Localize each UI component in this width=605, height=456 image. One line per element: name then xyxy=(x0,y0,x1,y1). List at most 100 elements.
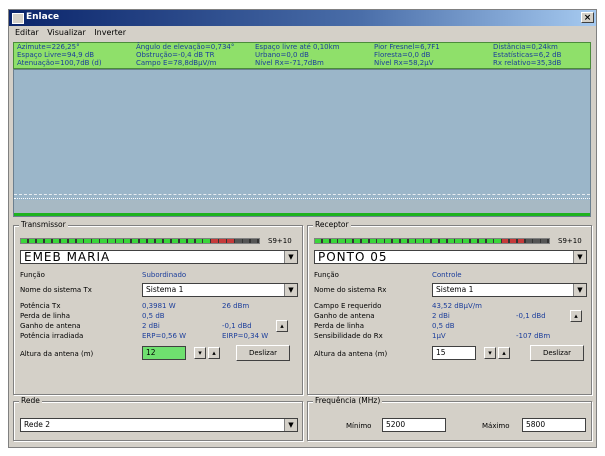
rx-ganho-dbi: 2 dBi xyxy=(432,312,450,320)
rede-select[interactable]: Rede 2 ▼ xyxy=(20,418,298,432)
rx-station-select[interactable]: PONTO 05 ▼ xyxy=(314,250,587,264)
campo-e-text: Campo E=78,8dBµV/m xyxy=(136,59,217,67)
rx-relativo-text: Rx relativo=35,3dB xyxy=(493,59,562,67)
meter-segment xyxy=(470,239,478,243)
tx-potencia-dbm: 26 dBm xyxy=(222,302,250,310)
meter-segment xyxy=(179,239,186,243)
rede-title: Rede xyxy=(19,396,42,405)
meter-segment xyxy=(132,239,139,243)
meter-segment xyxy=(377,239,384,243)
tx-altura-down-button[interactable]: ▾ xyxy=(194,347,206,359)
chevron-down-icon[interactable]: ▼ xyxy=(573,284,586,296)
freq-max-label: Máximo xyxy=(482,422,510,430)
chevron-down-icon[interactable]: ▼ xyxy=(284,419,297,431)
espaco-livre-ate-text: Espaço livre até 0,10km xyxy=(255,43,340,51)
ground-line xyxy=(14,213,590,216)
tx-signal-fill xyxy=(21,239,259,243)
rx-sistema-value: Sistema 1 xyxy=(436,285,474,294)
meter-segment xyxy=(455,239,462,243)
tx-potencia-w: 0,3981 W xyxy=(142,302,176,310)
estatisticas-text: Estatísticas=6,2 dB xyxy=(493,51,562,59)
meter-segment xyxy=(315,239,322,243)
rx-signal-fill xyxy=(315,239,549,243)
menu-visualizar[interactable]: Visualizar xyxy=(47,28,86,37)
rx-campo-label: Campo E requerido xyxy=(314,302,382,310)
azimute-text: Azimute=226,25° xyxy=(17,43,80,51)
receptor-title: Receptor xyxy=(313,220,351,229)
rx-sens-label: Sensibilidade do Rx xyxy=(314,332,383,340)
obstrucao-text: Obstrução=-0,4 dB TR xyxy=(136,51,215,59)
nivel-rx-uv-text: Nível Rx=58,2µV xyxy=(374,59,434,67)
freq-max-input[interactable]: 5800 xyxy=(522,418,586,432)
freq-min-label: Mínimo xyxy=(346,422,372,430)
menu-inverter[interactable]: Inverter xyxy=(94,28,126,37)
meter-segment xyxy=(361,239,369,243)
meter-segment xyxy=(21,239,28,243)
meter-segment xyxy=(424,239,431,243)
tx-deslizar-button[interactable]: Deslizar xyxy=(236,345,290,361)
rx-station-name: PONTO 05 xyxy=(318,250,388,264)
rx-altura-input[interactable]: 15 xyxy=(432,346,476,360)
meter-segment xyxy=(147,239,155,243)
tx-antenna-picker-button[interactable]: ▴ xyxy=(276,320,288,332)
tx-sistema-label: Nome do sistema Tx xyxy=(20,286,92,294)
rx-perda-value: 0,5 dB xyxy=(432,322,455,330)
rx-altura-down-button[interactable]: ▾ xyxy=(484,347,496,359)
freq-min-input[interactable]: 5200 xyxy=(382,418,446,432)
rx-ganho-dbd: -0,1 dBd xyxy=(516,312,546,320)
tx-station-select[interactable]: EMEB MARIA ▼ xyxy=(20,250,298,264)
meter-segment xyxy=(369,239,376,243)
meter-segment xyxy=(486,239,493,243)
menu-bar: Editar Visualizar Inverter xyxy=(9,26,596,40)
chevron-down-icon[interactable]: ▼ xyxy=(573,251,586,263)
meter-segment xyxy=(108,239,115,243)
meter-segment xyxy=(408,239,415,243)
tx-altura-input[interactable]: 12 xyxy=(142,346,186,360)
tx-sistema-value: Sistema 1 xyxy=(146,285,184,294)
meter-segment xyxy=(227,239,234,243)
frequencia-group: Frequência (MHz) Mínimo 5200 Máximo 5800 xyxy=(307,396,592,441)
rx-altura-up-button[interactable]: ▴ xyxy=(498,347,510,359)
meter-segment xyxy=(385,239,392,243)
rx-signal-meter xyxy=(314,238,550,244)
meter-segment xyxy=(163,239,171,243)
meter-segment xyxy=(52,239,60,243)
meter-segment xyxy=(171,239,179,243)
meter-segment xyxy=(243,239,250,243)
meter-segment xyxy=(187,239,194,243)
tx-erp: ERP=0,56 W xyxy=(142,332,187,340)
tx-ganho-dbi: 2 dBi xyxy=(142,322,160,330)
meter-segment xyxy=(84,239,91,243)
meter-segment xyxy=(140,239,147,243)
window-title: Enlace xyxy=(26,12,60,22)
meter-segment xyxy=(400,239,408,243)
meter-segment xyxy=(392,239,400,243)
meter-segment xyxy=(68,239,75,243)
tx-perda-label: Perda de linha xyxy=(20,312,71,320)
chevron-down-icon[interactable]: ▼ xyxy=(284,284,297,296)
rede-value: Rede 2 xyxy=(24,420,51,429)
meter-segment xyxy=(463,239,470,243)
menu-editar[interactable]: Editar xyxy=(15,28,39,37)
rx-altura-label: Altura da antena (m) xyxy=(314,350,388,358)
meter-segment xyxy=(36,239,44,243)
tx-altura-up-button[interactable]: ▴ xyxy=(208,347,220,359)
meter-segment xyxy=(346,239,353,243)
close-button[interactable]: × xyxy=(581,12,594,23)
meter-segment xyxy=(525,239,532,243)
meter-segment xyxy=(219,239,226,243)
chevron-down-icon[interactable]: ▼ xyxy=(284,251,297,263)
frequencia-title: Frequência (MHz) xyxy=(313,396,383,405)
rx-funcao-label: Função xyxy=(314,271,339,279)
rx-deslizar-button[interactable]: Deslizar xyxy=(530,345,584,361)
tx-sistema-select[interactable]: Sistema 1 ▼ xyxy=(142,283,298,297)
rx-sens-uv: 1µV xyxy=(432,332,446,340)
meter-segment xyxy=(330,239,337,243)
rx-antenna-picker-button[interactable]: ▴ xyxy=(570,310,582,322)
tx-eirp: EIRP=0,34 W xyxy=(222,332,269,340)
rx-signal-level: S9+10 xyxy=(558,237,582,245)
meter-segment xyxy=(195,239,202,243)
rx-sistema-select[interactable]: Sistema 1 ▼ xyxy=(432,283,587,297)
meter-segment xyxy=(322,239,330,243)
rx-ganho-label: Ganho de antena xyxy=(314,312,375,320)
